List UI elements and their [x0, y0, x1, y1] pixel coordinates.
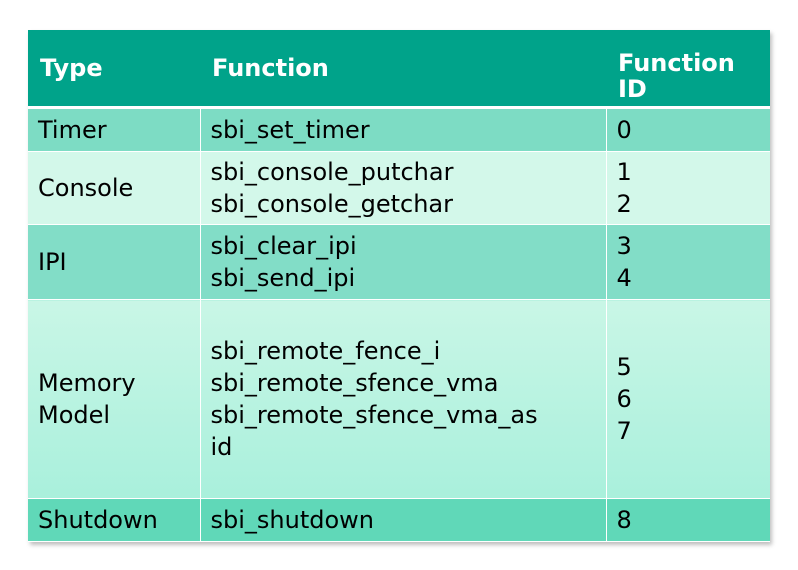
cell-function-id: 8: [606, 498, 770, 542]
function-id: 3: [616, 232, 632, 260]
cell-function-id: 1 2: [606, 151, 770, 225]
cell-function-id: 5 6 7: [606, 299, 770, 499]
function-id: 0: [616, 116, 632, 144]
header-function-id-line1: Function: [618, 49, 735, 77]
header-type: Type: [28, 30, 200, 109]
cell-function: sbi_clear_ipi sbi_send_ipi: [200, 224, 607, 300]
function-id: 1: [616, 158, 632, 186]
table-row-memory-model: Memory Model sbi_remote_fence_i sbi_remo…: [28, 299, 770, 499]
function-id: 5: [616, 353, 632, 381]
cell-type: Console: [28, 151, 201, 225]
function-name: sbi_send_ipi: [210, 264, 356, 292]
function-name: sbi_shutdown: [210, 506, 375, 534]
cell-function-id: 0: [606, 107, 770, 152]
function-name: sbi_clear_ipi: [210, 232, 357, 260]
cell-function: sbi_set_timer: [200, 107, 607, 152]
type-label: Console: [38, 174, 134, 202]
header-function-id: Function ID: [606, 30, 770, 109]
table-header-row: Type Function Function ID: [28, 30, 770, 109]
table-row-ipi: IPI sbi_clear_ipi sbi_send_ipi 3 4: [28, 224, 770, 300]
function-name: sbi_remote_sfence_vma: [210, 369, 499, 397]
cell-function-id: 3 4: [606, 224, 770, 300]
cell-type: IPI: [28, 224, 201, 300]
table-row-console: Console sbi_console_putchar sbi_console_…: [28, 151, 770, 225]
type-label: IPI: [38, 248, 67, 276]
type-label: Memory: [38, 369, 136, 397]
cell-function: sbi_shutdown: [200, 498, 607, 542]
type-label: Shutdown: [38, 506, 158, 534]
function-name: sbi_remote_fence_i: [210, 337, 441, 365]
cell-type: Shutdown: [28, 498, 201, 542]
function-name: sbi_set_timer: [210, 116, 370, 144]
function-name: id: [210, 433, 233, 461]
sbi-function-table: Type Function Function ID Timer sbi_set_…: [28, 30, 770, 542]
function-id: 6: [616, 385, 632, 413]
function-id: 2: [616, 190, 632, 218]
type-label: Model: [38, 401, 111, 429]
cell-function: sbi_remote_fence_i sbi_remote_sfence_vma…: [200, 299, 607, 499]
cell-type: Timer: [28, 107, 201, 152]
table-row-shutdown: Shutdown sbi_shutdown 8: [28, 498, 770, 542]
function-name: sbi_console_getchar: [210, 190, 454, 218]
function-name: sbi_console_putchar: [210, 158, 454, 186]
header-function: Function: [200, 30, 606, 109]
type-label: Timer: [38, 116, 107, 144]
function-id: 7: [616, 417, 632, 445]
function-id: 4: [616, 264, 632, 292]
function-name: sbi_remote_sfence_vma_as: [210, 401, 538, 429]
cell-type: Memory Model: [28, 299, 201, 499]
table-row-timer: Timer sbi_set_timer 0: [28, 107, 770, 152]
function-id: 8: [616, 506, 632, 534]
header-function-id-line2: ID: [618, 75, 647, 103]
cell-function: sbi_console_putchar sbi_console_getchar: [200, 151, 607, 225]
